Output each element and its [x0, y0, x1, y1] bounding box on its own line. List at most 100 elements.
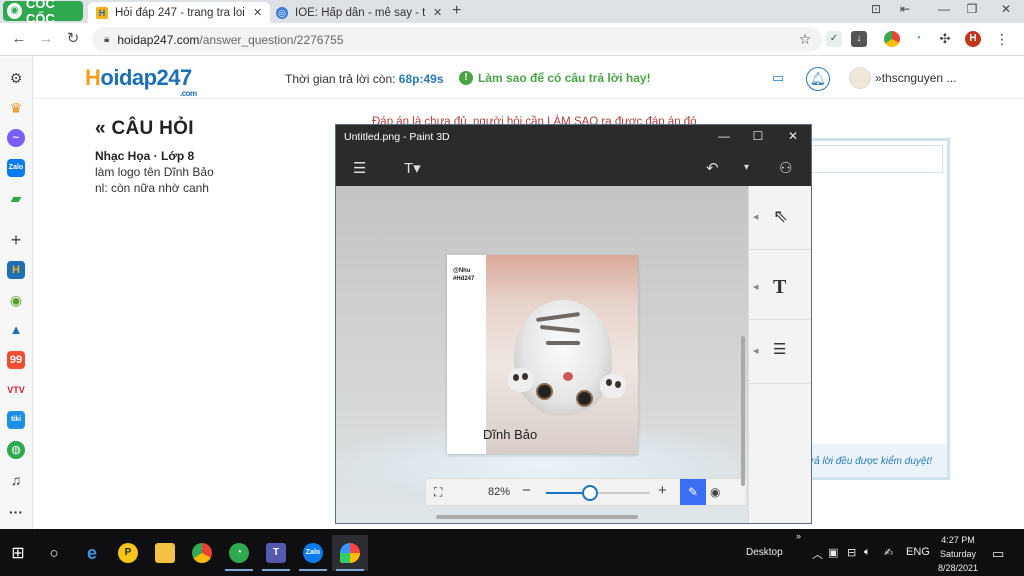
show-hidden-icons[interactable]: ︿: [812, 546, 823, 562]
coccoc-menu-button[interactable]: ◉ CỐC CỐC: [3, 0, 83, 26]
coccoc-extension-icon[interactable]: ◔: [910, 31, 926, 47]
tiki-icon[interactable]: tiki: [7, 411, 25, 429]
chrome-extension-icon[interactable]: [884, 31, 900, 47]
vertical-scrollbar[interactable]: [741, 336, 745, 486]
zalo-app[interactable]: Zalo: [295, 535, 331, 571]
tray-app-icon[interactable]: ▣: [828, 546, 838, 559]
zoom-in-button[interactable]: +: [658, 482, 667, 499]
reload-button[interactable]: ↻: [63, 29, 83, 49]
paint3d-titlebar[interactable]: Untitled.png - Paint 3D — ☐ ✕: [336, 125, 811, 149]
select-tool-button[interactable]: ◀ ⇖: [749, 186, 811, 250]
screenshot-icon[interactable]: ⊡: [864, 2, 888, 16]
apps-icon[interactable]: ▲: [7, 321, 25, 339]
artwork-image[interactable]: @Nhu #Hd247 Dĩnh Bảo: [447, 255, 638, 454]
undo-icon[interactable]: ↶: [706, 159, 719, 177]
crown-icon[interactable]: ♛: [7, 99, 25, 117]
task-view-button[interactable]: ○: [36, 535, 72, 571]
minimize-button[interactable]: —: [932, 2, 956, 16]
horizontal-scrollbar[interactable]: [436, 515, 638, 519]
paint3d-toolbar: ☰ T▾ ↶ ▾ ⚇: [336, 149, 811, 186]
draw-pen-icon[interactable]: ✎: [680, 479, 706, 505]
bell-sidebar-icon[interactable]: ♫: [7, 471, 25, 489]
close-tab-icon[interactable]: ✕: [253, 6, 262, 19]
tab-ioe[interactable]: ◎ IOE: Hấp dẫn - mê say - thấy ✕: [268, 2, 450, 23]
logo-text: oidap247: [100, 65, 192, 90]
close-tab-icon[interactable]: ✕: [433, 6, 442, 19]
extension-badge-icon[interactable]: ✓: [826, 31, 842, 47]
mixed-reality-icon[interactable]: ⚇: [779, 159, 792, 177]
windows-logo-icon: ⊞: [11, 545, 25, 562]
cat-paw: [508, 368, 534, 392]
paint3d-title: Untitled.png - Paint 3D: [344, 131, 450, 143]
text-tool-icon[interactable]: T▾: [404, 159, 421, 177]
history-dropdown-icon[interactable]: ▾: [744, 162, 749, 173]
settings-gear-icon[interactable]: ⚙: [7, 69, 25, 87]
notification-center-icon[interactable]: ▭: [992, 546, 1004, 562]
hoidap-favicon-icon: H: [96, 6, 108, 19]
zalo-icon[interactable]: Zalo: [7, 159, 25, 177]
chat-icon[interactable]: ▭: [766, 67, 790, 91]
user-menu[interactable]: » thscnguyen ...: [849, 67, 956, 89]
url-bar[interactable]: 🔒︎ hoidap247.com /answer_question/227675…: [92, 27, 822, 52]
paint3d-minimize-button[interactable]: —: [707, 129, 741, 143]
hamburger-menu-icon[interactable]: ☰: [353, 159, 366, 177]
text-panel-button[interactable]: ◀ T: [749, 256, 811, 320]
bookmark-star-icon[interactable]: ☆: [797, 31, 813, 47]
paint3d-close-button[interactable]: ✕: [776, 129, 810, 143]
messenger-icon[interactable]: ~: [7, 129, 25, 147]
language-indicator[interactable]: ENG: [906, 546, 930, 558]
vtv-icon[interactable]: VTV: [7, 381, 25, 399]
zoom-slider[interactable]: [546, 485, 650, 501]
network-icon[interactable]: ⊟: [847, 546, 856, 559]
zoom-out-button[interactable]: −: [522, 482, 531, 499]
fit-to-screen-icon[interactable]: ⛶: [434, 485, 442, 500]
artwork-tag-line-2: #Hd247: [453, 276, 475, 282]
forward-button[interactable]: →: [36, 29, 56, 49]
gamepad-icon[interactable]: ▰: [7, 189, 25, 207]
pen-tray-icon[interactable]: ✍: [884, 546, 893, 559]
restore-button[interactable]: ❐: [960, 2, 984, 16]
browser-menu-icon[interactable]: ⋮: [994, 31, 1010, 47]
chrome-app[interactable]: [184, 535, 220, 571]
android-icon[interactable]: ◉: [7, 291, 25, 309]
paw-pad: [522, 373, 528, 380]
globe-icon[interactable]: ◍: [7, 441, 25, 459]
zoom-slider-thumb[interactable]: [582, 485, 598, 501]
toolbar-expand-icon[interactable]: »: [796, 531, 801, 541]
coccoc-app[interactable]: ◔: [221, 535, 257, 571]
timer-label: Thời gian trả lời còn:: [285, 72, 399, 86]
back-window-icon[interactable]: ⇤: [893, 2, 917, 16]
paint3d-canvas-area[interactable]: @Nhu #Hd247 Dĩnh Bảo ⛶ 82% − + ✎ ◉: [336, 186, 748, 523]
shopping-99-icon[interactable]: 99: [7, 351, 25, 369]
system-clock[interactable]: 4:27 PM Saturday 8/28/2021: [932, 533, 984, 575]
back-button[interactable]: ←: [9, 29, 29, 49]
more-sidebar-icon[interactable]: ···: [7, 503, 25, 521]
notification-bell-icon[interactable]: 🔔︎: [806, 67, 830, 91]
close-window-button[interactable]: ✕: [994, 2, 1018, 16]
download-icon[interactable]: ↓: [851, 31, 867, 47]
cat-photo: [486, 255, 638, 454]
site-logo[interactable]: Hoidap247 .com: [85, 65, 197, 98]
edge-app[interactable]: e: [74, 535, 110, 571]
puzzle-extensions-icon[interactable]: ✣: [937, 31, 953, 47]
file-explorer-app[interactable]: [147, 535, 183, 571]
adjust-panel-button[interactable]: ◀ ☰: [749, 320, 811, 384]
answer-editor[interactable]: trả lời đều được kiểm duyệt!: [800, 138, 950, 480]
tab-hoidap[interactable]: H Hỏi đáp 247 - trang tra loi ✕: [88, 2, 271, 23]
profile-avatar[interactable]: H: [965, 31, 981, 47]
view-eye-icon[interactable]: ◉: [710, 485, 720, 499]
new-tab-button[interactable]: +: [452, 2, 461, 20]
clock-time: 4:27 PM: [941, 535, 975, 545]
teams-app[interactable]: T: [258, 535, 294, 571]
start-button[interactable]: ⊞: [0, 535, 36, 571]
hoidap-sidebar-icon[interactable]: H: [7, 261, 25, 279]
double-chevron-left-icon[interactable]: «: [95, 118, 106, 139]
volume-icon[interactable]: 🔈︎: [864, 546, 871, 559]
howto-link[interactable]: ! Làm sao để có câu trả lời hay!: [459, 71, 651, 85]
paint3d-app[interactable]: [332, 535, 368, 571]
app-yellow[interactable]: P: [110, 535, 146, 571]
address-toolbar: ← → ↻ 🔒︎ hoidap247.com /answer_question/…: [0, 23, 1024, 56]
add-sidebar-icon[interactable]: +: [7, 231, 25, 249]
paint3d-maximize-button[interactable]: ☐: [741, 129, 775, 143]
desktop-toolbar-label[interactable]: Desktop: [746, 547, 783, 558]
